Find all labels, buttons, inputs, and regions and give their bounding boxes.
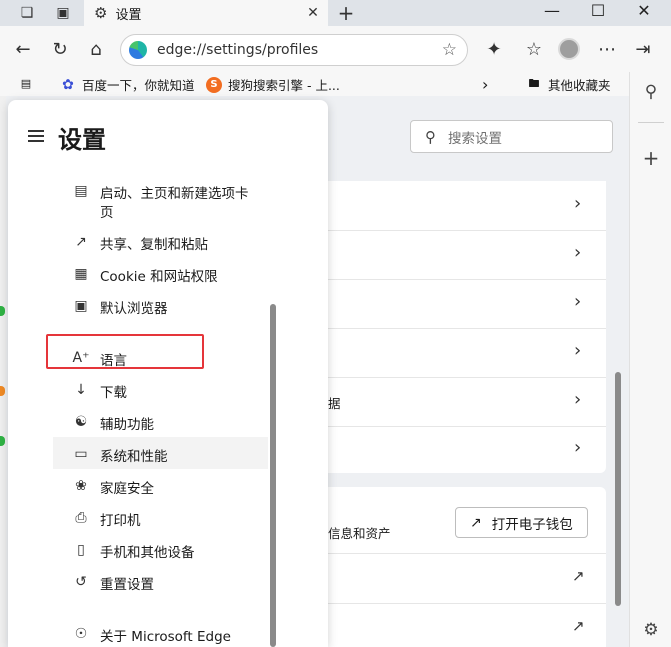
close-window-icon[interactable]: ✕ [632, 1, 656, 20]
settings-card: › › › › 据 › › [328, 181, 606, 473]
menu-item-startup[interactable]: 启动、主页和新建选项卡 [100, 182, 249, 202]
menu-item-phone-devices[interactable]: 手机和其他设备 [100, 541, 195, 561]
row-separator [328, 377, 606, 378]
favorite-sogou[interactable]: S 搜狗搜索引擎 - 上... [206, 75, 340, 94]
open-wallet-button[interactable]: ↗ 打开电子钱包 [455, 507, 588, 538]
favorites-bar: ▤ ✿ 百度一下，你就知道 S 搜狗搜索引擎 - 上... › 🖿 其他收藏夹 [0, 72, 629, 96]
menu-item-default-browser[interactable]: 默认浏览器 [100, 297, 168, 317]
home-icon[interactable]: ⌂ [85, 38, 107, 60]
edge-logo-icon [129, 41, 147, 59]
menu-item-family-safety[interactable]: 家庭安全 [100, 477, 154, 497]
favorites-menu-icon[interactable]: ▤ [18, 75, 40, 91]
hamburger-menu-icon[interactable] [28, 130, 44, 142]
navigation-bar: ← ↻ ⌂ edge://settings/profiles ☆ ✦ ☆ ⋯ ⇥ [0, 26, 671, 72]
phone-icon: ▯ [77, 542, 85, 558]
refresh-icon[interactable]: ↻ [49, 38, 71, 60]
wallet-card: 信息和资产 ↗ 打开电子钱包 ↗ ↗ [328, 487, 606, 647]
menu-item-downloads[interactable]: 下载 [100, 381, 127, 401]
row-separator [328, 279, 606, 280]
external-link-icon[interactable]: ↗ [572, 567, 585, 585]
extensions-icon[interactable]: ✦ [483, 38, 505, 60]
settings-title: 设置 [58, 126, 106, 154]
menu-item-printers[interactable]: 打印机 [100, 509, 141, 529]
right-sidebar: ⚲ + ⚙ [629, 72, 671, 647]
menu-item-system-performance[interactable]: 系统和性能 [100, 445, 168, 465]
chevron-right-icon[interactable]: › [574, 340, 581, 361]
tab-actions-icon[interactable]: ▣ [54, 4, 72, 22]
chevron-right-icon[interactable]: › [574, 242, 581, 263]
laptop-icon: ▭ [74, 446, 88, 462]
add-icon[interactable]: + [630, 146, 671, 170]
settings-menu-panel: 设置 ▤ 启动、主页和新建选项卡 页 ↗ 共享、复制和粘贴 ▦ Cookie 和… [8, 100, 328, 647]
chevron-right-icon[interactable]: › [574, 389, 581, 410]
sidebar-separator [638, 122, 664, 123]
main-scrollbar[interactable] [615, 372, 621, 606]
close-tab-icon[interactable]: ✕ [304, 5, 322, 21]
edge-dot [0, 386, 5, 396]
selection-highlight-box [46, 334, 204, 369]
menu-item-startup-line2[interactable]: 页 [100, 201, 114, 221]
menu-scrollbar[interactable] [270, 304, 276, 647]
favorite-baidu[interactable]: ✿ 百度一下，你就知道 [60, 75, 194, 94]
download-icon: ↓ [75, 382, 87, 398]
sidebar-toggle-icon[interactable]: ⇥ [632, 38, 654, 60]
menu-item-about[interactable]: 关于 Microsoft Edge [100, 625, 231, 645]
menu-item-accessibility[interactable]: 辅助功能 [100, 413, 154, 433]
search-icon: ⚲ [425, 127, 436, 146]
search-settings-input[interactable]: ⚲ 搜索设置 [410, 120, 613, 153]
menu-item-reset[interactable]: 重置设置 [100, 573, 154, 593]
edge-icon: ☉ [74, 626, 88, 642]
row-separator [328, 230, 606, 231]
sidebar-settings-icon[interactable]: ⚙ [630, 620, 671, 640]
chevron-right-icon[interactable]: › [574, 437, 581, 458]
default-browser-icon: ▣ [74, 298, 88, 314]
menu-item-share[interactable]: 共享、复制和粘贴 [100, 233, 208, 253]
favorites-overflow-chevron-icon[interactable]: › [482, 75, 488, 94]
menu-item-cookies[interactable]: Cookie 和网站权限 [100, 265, 218, 285]
background-window-edge [0, 96, 6, 647]
paw-icon: ✿ [62, 76, 74, 93]
address-bar[interactable]: edge://settings/profiles ☆ [120, 34, 468, 66]
accessibility-icon: ☯ [74, 414, 88, 430]
wallet-description: 信息和资产 [328, 526, 391, 541]
other-favorites[interactable]: 🖿 其他收藏夹 [526, 75, 611, 94]
more-icon[interactable]: ⋯ [596, 38, 618, 60]
new-tab-button[interactable]: + [336, 1, 356, 25]
profile-avatar[interactable] [558, 38, 580, 60]
folder-icon: 🖿 [528, 77, 540, 90]
startup-icon: ▤ [74, 183, 88, 199]
minimize-icon[interactable]: — [540, 1, 564, 20]
row-separator [328, 328, 606, 329]
partial-row-label: 据 [328, 396, 341, 411]
family-icon: ❀ [75, 478, 87, 494]
reset-icon: ↺ [75, 574, 87, 590]
sogou-icon: S [206, 76, 222, 93]
cookie-icon: ▦ [74, 266, 88, 282]
tab-settings[interactable]: ⚙ 设置 ✕ [84, 0, 328, 26]
external-link-icon: ↗ [470, 514, 482, 531]
external-link-icon[interactable]: ↗ [572, 617, 585, 635]
chevron-right-icon[interactable]: › [574, 291, 581, 312]
share-icon: ↗ [75, 234, 87, 250]
edge-dot [0, 436, 5, 446]
favorite-star-icon[interactable]: ☆ [442, 40, 457, 60]
url-text[interactable]: edge://settings/profiles [157, 42, 442, 58]
title-bar: ❏ ▣ ⚙ 设置 ✕ + — ☐ ✕ [0, 0, 671, 26]
row-separator [328, 426, 606, 427]
row-separator [328, 603, 606, 604]
printer-icon: ⎙ [75, 510, 87, 526]
search-icon[interactable]: ⚲ [630, 82, 671, 102]
chevron-right-icon[interactable]: › [574, 193, 581, 214]
maximize-icon[interactable]: ☐ [586, 1, 610, 20]
row-separator [328, 553, 606, 554]
gear-icon: ⚙ [94, 4, 108, 22]
back-icon[interactable]: ← [12, 38, 34, 60]
tab-title: 设置 [115, 7, 142, 23]
workspaces-icon[interactable]: ❏ [18, 4, 36, 22]
edge-dot [0, 306, 5, 316]
favorites-icon[interactable]: ☆ [523, 38, 545, 60]
